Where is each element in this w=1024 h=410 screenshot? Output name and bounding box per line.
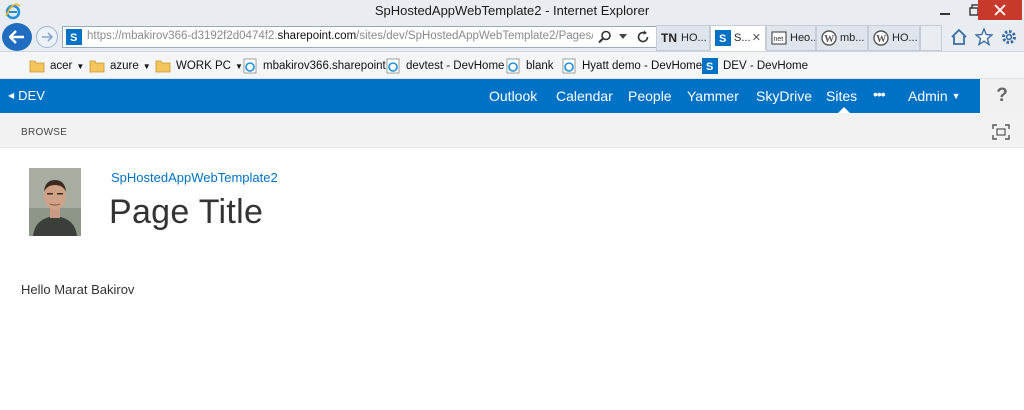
svg-text:S: S — [706, 61, 713, 73]
folder-icon — [155, 60, 171, 73]
ie-page-icon — [243, 58, 257, 74]
help-button[interactable]: ? — [980, 79, 1024, 113]
home-icon[interactable] — [950, 28, 968, 46]
new-tab-button[interactable] — [920, 25, 942, 51]
favorite-label: mbakirov366.sharepoint — [263, 60, 386, 72]
wordpress-icon: W — [821, 30, 837, 46]
sharepoint-icon: S — [702, 58, 718, 74]
arrow-right-icon — [42, 32, 53, 42]
wordpress-icon: W — [873, 30, 889, 46]
suite-link-calendar[interactable]: Calendar — [556, 88, 613, 104]
ie-page-icon — [386, 58, 400, 74]
svg-text:net: net — [774, 36, 784, 43]
net-icon: net — [771, 31, 787, 45]
back-button[interactable] — [2, 23, 32, 51]
favorite-link[interactable]: Hyatt demo - DevHome — [561, 57, 702, 75]
favorite-folder-acer[interactable]: acer ▼ — [29, 57, 84, 75]
suite-link-skydrive[interactable]: SkyDrive — [756, 88, 812, 104]
favorite-label: acer — [50, 60, 73, 72]
admin-label: Admin — [908, 88, 948, 104]
search-icon — [598, 30, 611, 44]
tab-label: S... — [734, 32, 751, 44]
favorites-star-icon[interactable] — [975, 28, 993, 46]
minimize-icon — [940, 13, 950, 15]
address-bar[interactable]: S https://mbakirov366-d3192f2d0474f2.sha… — [62, 26, 658, 48]
browser-tab[interactable]: W HO... — [868, 25, 920, 51]
favorite-label: DEV - DevHome — [723, 60, 808, 72]
svg-text:S: S — [719, 33, 726, 45]
focus-on-content-icon[interactable] — [992, 124, 1010, 140]
page-title: Page Title — [109, 193, 264, 231]
tab-label: HO... — [892, 32, 918, 44]
tab-label: Heo... — [790, 32, 816, 44]
person-photo — [29, 168, 81, 236]
favorite-label: blank — [526, 60, 554, 72]
favorite-label: azure — [110, 60, 139, 72]
page-body-text: Hello Marat Bakirov — [21, 282, 135, 297]
caret-down-icon: ▼ — [76, 61, 85, 71]
suite-link-sites[interactable]: Sites — [826, 88, 857, 104]
tab-label: mb... — [840, 32, 865, 44]
browser-tab-active[interactable]: S S... ✕ — [710, 25, 766, 51]
close-tab-icon[interactable]: ✕ — [752, 31, 761, 44]
caret-left-icon: ◀ — [8, 91, 15, 100]
tab-label: HO... — [681, 32, 707, 44]
window-titlebar: SpHostedAppWebTemplate2 - Internet Explo… — [0, 0, 1024, 22]
folder-icon — [89, 60, 105, 73]
close-icon — [994, 4, 1006, 16]
folder-icon — [29, 60, 45, 73]
sharepoint-icon: S — [66, 29, 82, 45]
site-title-link[interactable]: SpHostedAppWebTemplate2 — [111, 170, 278, 185]
help-icon: ? — [996, 85, 1008, 106]
caret-down-icon: ▼ — [951, 91, 961, 101]
favorite-link[interactable]: S DEV - DevHome — [702, 57, 808, 75]
svg-text:W: W — [824, 34, 834, 45]
favorites-bar: acer ▼ azure ▼ WORK PC ▼ mbakirov366.sharep… — [0, 52, 1024, 79]
url-text[interactable]: https://mbakirov366-d3192f2d0474f2.share… — [87, 30, 593, 42]
caret-down-icon: ▼ — [142, 61, 151, 71]
favorite-label: devtest - DevHome — [406, 60, 505, 72]
arrow-left-icon — [9, 30, 24, 44]
favorite-label: Hyatt demo - DevHome — [582, 60, 703, 72]
close-button[interactable] — [978, 0, 1022, 20]
ie-page-icon — [506, 58, 520, 74]
caret-down-icon — [619, 34, 627, 39]
suite-link-outlook[interactable]: Outlook — [489, 88, 537, 104]
svg-text:W: W — [876, 34, 886, 45]
gear-icon[interactable] — [1000, 28, 1018, 46]
suite-link-yammer[interactable]: Yammer — [687, 88, 739, 104]
favorite-folder-work-pc[interactable]: WORK PC ▼ — [155, 57, 243, 75]
browser-tab[interactable]: TN HO... — [656, 25, 710, 51]
ribbon: BROWSE — [0, 113, 1024, 148]
favorite-link[interactable]: mbakirov366.sharepoint — [242, 57, 386, 75]
search-button[interactable] — [597, 29, 613, 45]
refresh-button[interactable] — [635, 29, 651, 45]
sharepoint-icon: S — [715, 30, 731, 46]
browser-tab[interactable]: W mb... — [816, 25, 868, 51]
svg-text:S: S — [70, 32, 77, 44]
tn-icon: TN — [661, 31, 677, 45]
address-dropdown[interactable] — [615, 29, 631, 45]
favorite-link[interactable]: devtest - DevHome — [385, 57, 504, 75]
minimize-button[interactable] — [930, 0, 960, 20]
browser-navigation-bar: S https://mbakirov366-d3192f2d0474f2.sha… — [0, 22, 1024, 52]
favorite-label: WORK PC — [176, 60, 231, 72]
favorite-link[interactable]: blank — [505, 57, 554, 75]
refresh-icon — [637, 30, 649, 43]
ie-page-icon — [562, 58, 576, 74]
favorite-folder-azure[interactable]: azure ▼ — [89, 57, 151, 75]
site-logo-avatar[interactable] — [29, 168, 81, 236]
browser-tab[interactable]: net Heo... — [766, 25, 816, 51]
forward-button[interactable] — [36, 26, 58, 48]
window-title: SpHostedAppWebTemplate2 - Internet Explo… — [374, 3, 650, 18]
more-links-button[interactable]: ••• — [873, 86, 886, 102]
brand-label: DEV — [18, 88, 45, 103]
admin-menu-button[interactable]: Admin ▼ — [908, 88, 961, 104]
ribbon-tab-browse[interactable]: BROWSE — [21, 127, 67, 138]
suite-bar: ◀ DEV Outlook Calendar People Yammer SkyD… — [0, 79, 1024, 113]
site-brand-link[interactable]: ◀ DEV — [8, 88, 45, 103]
suite-link-people[interactable]: People — [628, 88, 672, 104]
